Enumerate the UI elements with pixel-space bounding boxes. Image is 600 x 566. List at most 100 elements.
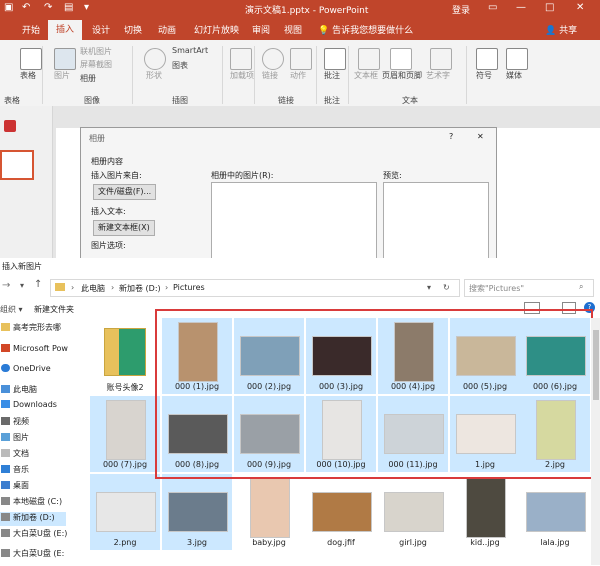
link-icon[interactable] (262, 48, 284, 70)
customize-toolbar-icon[interactable]: ▾ (84, 2, 89, 13)
redo-icon[interactable]: ↷ (44, 2, 52, 13)
tab-home[interactable]: 开始 (22, 23, 40, 36)
minimize-icon[interactable]: — (516, 2, 526, 13)
slide-thumbnail-pane[interactable] (0, 106, 53, 266)
picture-icon[interactable] (54, 48, 76, 70)
online-image-button[interactable]: 联机图片 (80, 46, 112, 57)
nav-item-onedrive[interactable]: OneDrive (0, 364, 51, 378)
address-dropdown-icon[interactable]: ▾ (427, 283, 431, 292)
wordart-icon[interactable] (430, 48, 452, 70)
new-folder-button[interactable]: 新建文件夹 (34, 304, 74, 315)
file-item[interactable]: lala.jpg (520, 474, 590, 550)
tab-view[interactable]: 视图 (284, 23, 302, 36)
tab-slideshow[interactable]: 幻灯片放映 (194, 23, 239, 36)
login-link[interactable]: 登录 (452, 3, 470, 16)
divider (132, 46, 133, 104)
address-bar[interactable]: › 此电脑 › 新加卷 (D:) › Pictures ▾ ↻ (50, 279, 460, 297)
new-textbox-button[interactable]: 新建文本框(X) (93, 220, 155, 236)
tab-transitions[interactable]: 切换 (124, 23, 142, 36)
save-icon[interactable]: ▣ (4, 2, 13, 13)
action-icon[interactable] (290, 48, 312, 70)
tab-design[interactable]: 设计 (92, 23, 110, 36)
addins-icon[interactable] (230, 48, 252, 70)
nav-item-desktop[interactable]: 桌面 (0, 480, 29, 494)
nav-item-usb-e[interactable]: 大白菜U盘 (E:) (0, 528, 67, 542)
file-item[interactable]: 000 (7).jpg (90, 396, 160, 472)
header-footer-button[interactable]: 页眉和页脚 (382, 70, 422, 81)
share-button[interactable]: 👤 共享 (545, 23, 577, 36)
nav-item-documents[interactable]: 文档 (0, 448, 29, 462)
link-button[interactable]: 链接 (262, 70, 278, 81)
screenshot-button[interactable]: 屏幕截图 (80, 59, 112, 70)
nav-item-drive-c[interactable]: 本地磁盘 (C:) (0, 496, 62, 510)
comment-button[interactable]: 批注 (324, 70, 340, 81)
shapes-button[interactable]: 形状 (146, 70, 162, 81)
file-item[interactable]: kid..jpg (450, 474, 520, 550)
tab-animations[interactable]: 动画 (158, 23, 176, 36)
insert-dialog-titlebar: 插入新图片 (0, 258, 600, 274)
nav-item[interactable]: Microsoft Pow (0, 344, 68, 358)
addins-button[interactable]: 加载项 (230, 70, 254, 81)
up-arrow-icon[interactable]: ↑ (34, 279, 42, 290)
folder-item[interactable]: 账号头像2 (90, 318, 160, 394)
album-close-icon[interactable]: ✕ (477, 132, 484, 141)
refresh-icon[interactable]: ↻ (443, 283, 450, 292)
recent-dropdown-icon[interactable]: ▾ (20, 281, 24, 290)
header-footer-icon[interactable] (390, 48, 412, 70)
file-item[interactable]: girl.jpg (378, 474, 448, 550)
nav-label: 新加卷 (D:) (13, 513, 55, 522)
maximize-icon[interactable]: □ (545, 2, 554, 13)
file-disk-button[interactable]: 文件/磁盘(F)... (93, 184, 157, 200)
album-picture-list[interactable] (211, 182, 377, 268)
smartart-button[interactable]: SmartArt (172, 46, 208, 55)
action-button[interactable]: 动作 (290, 70, 306, 81)
chevron-right-icon: › (111, 283, 115, 292)
ribbon-display-icon[interactable]: ▭ (488, 2, 497, 13)
file-item[interactable]: baby.jpg (234, 474, 304, 550)
document-icon (1, 449, 10, 457)
textbox-button[interactable]: 文本框 (354, 70, 378, 81)
pictures-icon (1, 433, 10, 441)
scrollbar-thumb[interactable] (593, 330, 599, 400)
close-icon[interactable]: ✕ (576, 2, 584, 13)
breadcrumb-this-pc[interactable]: 此电脑 (81, 283, 105, 294)
media-button[interactable]: 媒体 (506, 70, 522, 81)
search-input[interactable]: 搜索"Pictures" ⌕ (464, 279, 594, 297)
nav-item[interactable]: 高考完形去哪 (0, 322, 61, 336)
nav-item-pictures[interactable]: 图片 (0, 432, 29, 446)
table-button[interactable]: 表格 (20, 70, 36, 81)
search-icon: ⌕ (579, 282, 584, 291)
forward-icon[interactable]: → (2, 280, 10, 291)
tab-review[interactable]: 审阅 (252, 23, 270, 36)
nav-item-usb-e[interactable]: 大白菜U盘 (E: (0, 548, 64, 562)
album-button[interactable]: 相册 (80, 73, 96, 84)
start-from-beginning-icon[interactable]: ▤ (64, 2, 73, 13)
file-item[interactable]: 3.jpg (162, 474, 232, 550)
chevron-right-icon: › (71, 283, 75, 292)
organize-menu[interactable]: 组织 ▾ (0, 304, 23, 315)
comment-icon[interactable] (324, 48, 346, 70)
image-button[interactable]: 图片 (54, 70, 70, 81)
shapes-icon[interactable] (144, 48, 166, 70)
help-button[interactable]: ? (449, 132, 453, 141)
symbol-button[interactable]: 符号 (476, 70, 492, 81)
undo-icon[interactable]: ↶ (22, 2, 30, 13)
nav-item-this-pc[interactable]: 此电脑 (0, 384, 37, 398)
nav-item-videos[interactable]: 视频 (0, 416, 29, 430)
chart-button[interactable]: 图表 (172, 60, 188, 71)
breadcrumb-pictures[interactable]: Pictures (173, 283, 205, 292)
table-icon[interactable] (20, 48, 42, 70)
nav-item-drive-d[interactable]: 新加卷 (D:) (0, 512, 66, 526)
file-item[interactable]: 2.png (90, 474, 160, 550)
nav-item-downloads[interactable]: Downloads (0, 400, 57, 414)
nav-item-music[interactable]: 音乐 (0, 464, 29, 478)
tell-me-search[interactable]: 💡 告诉我您想要做什么 (318, 23, 413, 36)
slide-thumbnail[interactable] (0, 150, 34, 180)
tab-insert[interactable]: 插入 (48, 20, 83, 40)
omega-icon[interactable] (476, 48, 498, 70)
wordart-button[interactable]: 艺术字 (426, 70, 450, 81)
textbox-icon[interactable] (358, 48, 380, 70)
file-item[interactable]: dog.jfif (306, 474, 376, 550)
breadcrumb-drive-d[interactable]: 新加卷 (D:) (119, 283, 161, 294)
speaker-icon[interactable] (506, 48, 528, 70)
